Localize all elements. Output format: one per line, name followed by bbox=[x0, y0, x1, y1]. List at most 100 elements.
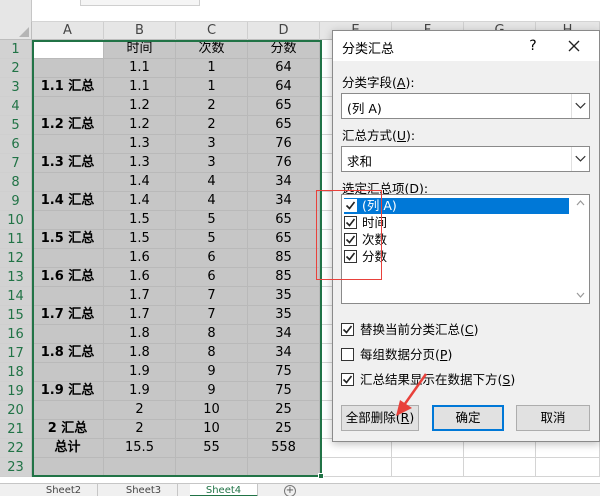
row-header[interactable]: 15 bbox=[0, 306, 31, 325]
cell[interactable]: 总计 bbox=[32, 439, 104, 458]
cell[interactable]: 85 bbox=[248, 268, 320, 287]
cell[interactable]: 1.5 bbox=[104, 230, 176, 249]
cell[interactable] bbox=[32, 287, 104, 306]
cell[interactable]: 分数 bbox=[248, 40, 320, 59]
cell[interactable]: 6 bbox=[176, 249, 248, 268]
row-header[interactable]: 18 bbox=[0, 363, 31, 382]
remove-all-button[interactable]: 全部删除(R) bbox=[341, 405, 419, 431]
cell[interactable]: 15.5 bbox=[104, 439, 176, 458]
row-header[interactable]: 20 bbox=[0, 401, 31, 420]
cell[interactable]: 1.6 bbox=[104, 249, 176, 268]
cell[interactable]: 25 bbox=[248, 401, 320, 420]
cell[interactable] bbox=[392, 458, 464, 477]
cell[interactable]: 1.6 bbox=[104, 268, 176, 287]
cell[interactable] bbox=[32, 458, 104, 477]
item-checkbox[interactable] bbox=[344, 199, 357, 212]
row-header[interactable]: 14 bbox=[0, 287, 31, 306]
cell[interactable]: 2 bbox=[176, 97, 248, 116]
cell[interactable]: 1.5 bbox=[104, 211, 176, 230]
ok-button[interactable]: 确定 bbox=[432, 405, 504, 431]
cell[interactable]: 1.4 bbox=[104, 173, 176, 192]
cell[interactable]: 35 bbox=[248, 287, 320, 306]
row-header[interactable]: 5 bbox=[0, 116, 31, 135]
row-header[interactable]: 8 bbox=[0, 173, 31, 192]
row-header[interactable]: 21 bbox=[0, 420, 31, 439]
cell[interactable]: 65 bbox=[248, 211, 320, 230]
cell[interactable] bbox=[32, 97, 104, 116]
subtotal-item[interactable]: 时间 bbox=[344, 215, 569, 231]
row-header[interactable]: 23 bbox=[0, 458, 31, 477]
cell[interactable]: 1.7 汇总 bbox=[32, 306, 104, 325]
cell[interactable]: 2 汇总 bbox=[32, 420, 104, 439]
row-header[interactable]: 1 bbox=[0, 40, 31, 59]
cell[interactable]: 34 bbox=[248, 192, 320, 211]
cell[interactable]: 2 bbox=[176, 116, 248, 135]
cell[interactable]: 1.9 bbox=[104, 363, 176, 382]
cell[interactable]: 2 bbox=[104, 420, 176, 439]
cell[interactable]: 34 bbox=[248, 344, 320, 363]
cell[interactable]: 558 bbox=[248, 439, 320, 458]
cell[interactable]: 9 bbox=[176, 382, 248, 401]
row-header[interactable]: 3 bbox=[0, 78, 31, 97]
option-checkbox[interactable] bbox=[341, 348, 354, 361]
cell[interactable] bbox=[32, 135, 104, 154]
select-all-button[interactable] bbox=[0, 22, 32, 40]
row-header[interactable]: 19 bbox=[0, 382, 31, 401]
cell[interactable]: 1.3 汇总 bbox=[32, 154, 104, 173]
close-icon[interactable] bbox=[563, 35, 585, 57]
row-header[interactable]: 9 bbox=[0, 192, 31, 211]
cell[interactable]: 1.1 汇总 bbox=[32, 78, 104, 97]
row-header[interactable]: 22 bbox=[0, 439, 31, 458]
option-checkbox-row[interactable]: 替换当前分类汇总(C) bbox=[341, 322, 591, 338]
row-header[interactable]: 12 bbox=[0, 249, 31, 268]
cell[interactable]: 1.2 bbox=[104, 97, 176, 116]
cell[interactable]: 65 bbox=[248, 116, 320, 135]
sheet-tab-active[interactable]: Sheet4 bbox=[190, 484, 258, 496]
add-sheet-icon[interactable]: + bbox=[284, 485, 296, 496]
cell[interactable]: 1 bbox=[176, 59, 248, 78]
cell[interactable] bbox=[32, 363, 104, 382]
option-checkbox-row[interactable]: 每组数据分页(P) bbox=[341, 347, 591, 363]
cancel-button[interactable]: 取消 bbox=[516, 405, 590, 431]
cell[interactable]: 1.4 bbox=[104, 192, 176, 211]
cell[interactable]: 64 bbox=[248, 78, 320, 97]
cell[interactable]: 76 bbox=[248, 135, 320, 154]
cell[interactable]: 1.3 bbox=[104, 135, 176, 154]
cell[interactable] bbox=[32, 40, 104, 59]
cell[interactable]: 1.1 bbox=[104, 78, 176, 97]
cell[interactable]: 4 bbox=[176, 192, 248, 211]
cell[interactable]: 3 bbox=[176, 154, 248, 173]
item-checkbox[interactable] bbox=[344, 250, 357, 263]
cell[interactable]: 5 bbox=[176, 211, 248, 230]
subtotal-item[interactable]: (列 A) bbox=[344, 198, 569, 214]
cell[interactable]: 1.3 bbox=[104, 154, 176, 173]
subtotal-item[interactable]: 次数 bbox=[344, 232, 569, 248]
chevron-down-icon[interactable] bbox=[571, 94, 589, 118]
option-checkbox-row[interactable]: 汇总结果显示在数据下方(S) bbox=[341, 372, 591, 388]
column-header[interactable]: C bbox=[176, 22, 248, 40]
cell[interactable]: 时间 bbox=[104, 40, 176, 59]
cell[interactable]: 4 bbox=[176, 173, 248, 192]
subtotal-items-list[interactable]: (列 A) 时间 次数 分数 bbox=[341, 194, 590, 304]
cell[interactable]: 3 bbox=[176, 135, 248, 154]
scroll-down-icon[interactable] bbox=[572, 287, 589, 303]
cell[interactable]: 65 bbox=[248, 97, 320, 116]
cell[interactable]: 35 bbox=[248, 306, 320, 325]
name-box[interactable] bbox=[0, 0, 32, 22]
cell[interactable]: 1.9 bbox=[104, 382, 176, 401]
cell[interactable] bbox=[536, 458, 600, 477]
cell[interactable]: 8 bbox=[176, 344, 248, 363]
row-header[interactable]: 16 bbox=[0, 325, 31, 344]
list-scrollbar[interactable] bbox=[572, 195, 589, 303]
row-header[interactable]: 7 bbox=[0, 154, 31, 173]
cell[interactable] bbox=[32, 249, 104, 268]
scroll-up-icon[interactable] bbox=[572, 195, 589, 211]
row-header[interactable]: 10 bbox=[0, 211, 31, 230]
column-header[interactable]: A bbox=[32, 22, 104, 40]
row-header[interactable]: 4 bbox=[0, 97, 31, 116]
cell[interactable]: 1.8 汇总 bbox=[32, 344, 104, 363]
cell[interactable]: 34 bbox=[248, 173, 320, 192]
sheet-tab[interactable]: Sheet2 bbox=[30, 484, 98, 496]
cell[interactable]: 34 bbox=[248, 325, 320, 344]
cell[interactable] bbox=[464, 458, 536, 477]
